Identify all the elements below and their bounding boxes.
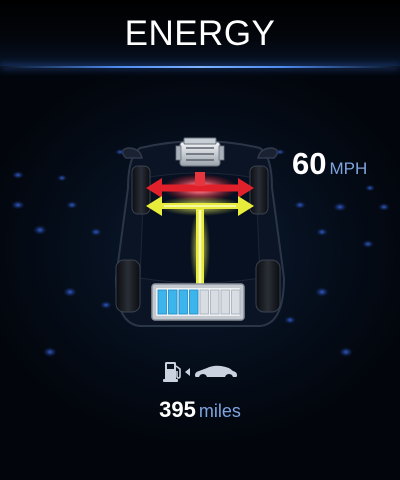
battery-cell (178, 289, 188, 315)
battery-cell (210, 289, 220, 315)
header-bar: ENERGY (0, 0, 400, 66)
range-unit: miles (198, 401, 241, 421)
fuel-pump-icon (163, 362, 181, 382)
page-title: ENERGY (124, 14, 276, 53)
range-source-icons (163, 362, 237, 382)
battery-cell (231, 289, 241, 315)
engine-icon (175, 137, 225, 167)
battery-cell (168, 289, 178, 315)
wheel-rear-left (115, 259, 141, 313)
header-divider (0, 66, 400, 68)
range-readout: 395 miles (0, 397, 400, 423)
car-icon (195, 365, 237, 377)
range-value: 395 (159, 397, 196, 422)
speed-readout: 60 MPH (292, 146, 367, 182)
arrow-left-icon (185, 368, 190, 376)
car-diagram (114, 137, 286, 327)
energy-screen: ENERGY 60 MPH 395 miles (0, 0, 400, 480)
battery-cell (220, 289, 230, 315)
wheel-rear-right (255, 259, 281, 313)
battery-cell (157, 289, 167, 315)
speed-unit: MPH (329, 159, 368, 178)
battery-cell (199, 289, 209, 315)
speed-value: 60 (292, 146, 327, 181)
battery-cell (189, 289, 199, 315)
